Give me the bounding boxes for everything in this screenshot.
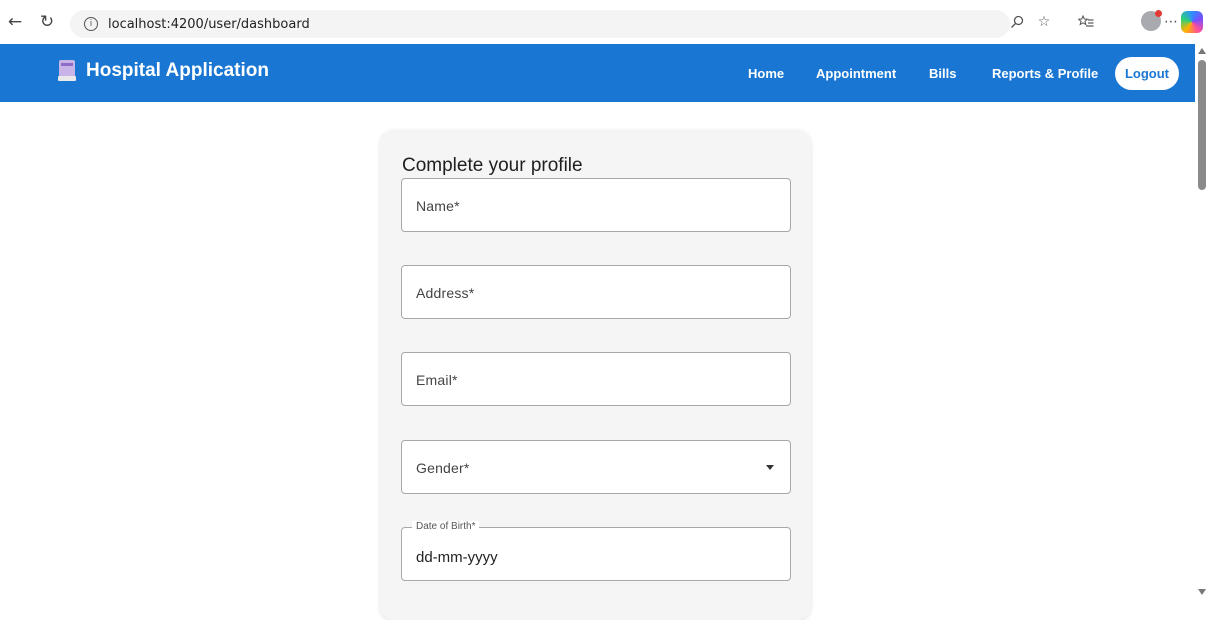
hospital-icon bbox=[58, 60, 76, 82]
address-field-label: Address* bbox=[416, 285, 475, 301]
browser-toolbar: ← ↻ i localhost:4200/user/dashboard ☆ ⋯ bbox=[0, 0, 1209, 44]
form-title: Complete your profile bbox=[402, 155, 583, 176]
page-scrollbar[interactable] bbox=[1195, 44, 1209, 602]
app-title: Hospital Application bbox=[86, 60, 269, 81]
nav-appointment[interactable]: Appointment bbox=[816, 66, 896, 81]
app-header: Hospital Application Home Appointment Bi… bbox=[0, 44, 1195, 102]
copilot-icon[interactable] bbox=[1181, 11, 1203, 33]
read-aloud-icon[interactable] bbox=[1007, 12, 1027, 32]
more-icon[interactable]: ⋯ bbox=[1161, 12, 1181, 32]
favorites-icon[interactable] bbox=[1076, 12, 1096, 32]
back-arrow-icon[interactable]: ← bbox=[4, 11, 26, 33]
profile-form-card: Complete your profile Name* Address* Ema… bbox=[380, 130, 811, 620]
chevron-down-icon[interactable] bbox=[766, 465, 774, 470]
info-icon[interactable]: i bbox=[84, 17, 98, 31]
nav-home[interactable]: Home bbox=[748, 66, 784, 81]
name-field[interactable]: Name* bbox=[401, 178, 791, 232]
gender-select-label: Gender* bbox=[416, 460, 470, 476]
brand[interactable]: Hospital Application bbox=[58, 60, 269, 82]
star-icon[interactable]: ☆ bbox=[1034, 12, 1054, 32]
nav-bills[interactable]: Bills bbox=[929, 66, 956, 81]
refresh-icon[interactable]: ↻ bbox=[36, 11, 58, 33]
scroll-thumb[interactable] bbox=[1198, 60, 1206, 190]
dob-placeholder: dd-mm-yyyy bbox=[416, 549, 498, 566]
email-field[interactable]: Email* bbox=[401, 352, 791, 406]
logout-button[interactable]: Logout bbox=[1115, 57, 1179, 90]
scroll-up-icon[interactable] bbox=[1198, 48, 1206, 54]
dob-field-label: Date of Birth* bbox=[412, 521, 480, 532]
name-field-label: Name* bbox=[416, 198, 460, 214]
gender-select[interactable]: Gender* bbox=[401, 440, 791, 494]
url-text: localhost:4200/user/dashboard bbox=[108, 16, 310, 32]
email-field-label: Email* bbox=[416, 372, 458, 388]
scroll-down-icon[interactable] bbox=[1198, 589, 1206, 595]
address-field[interactable]: Address* bbox=[401, 265, 791, 319]
address-bar[interactable]: i localhost:4200/user/dashboard bbox=[70, 10, 1010, 38]
dob-field[interactable]: Date of Birth* dd-mm-yyyy bbox=[401, 521, 791, 581]
nav-reports-profile[interactable]: Reports & Profile bbox=[992, 66, 1098, 81]
